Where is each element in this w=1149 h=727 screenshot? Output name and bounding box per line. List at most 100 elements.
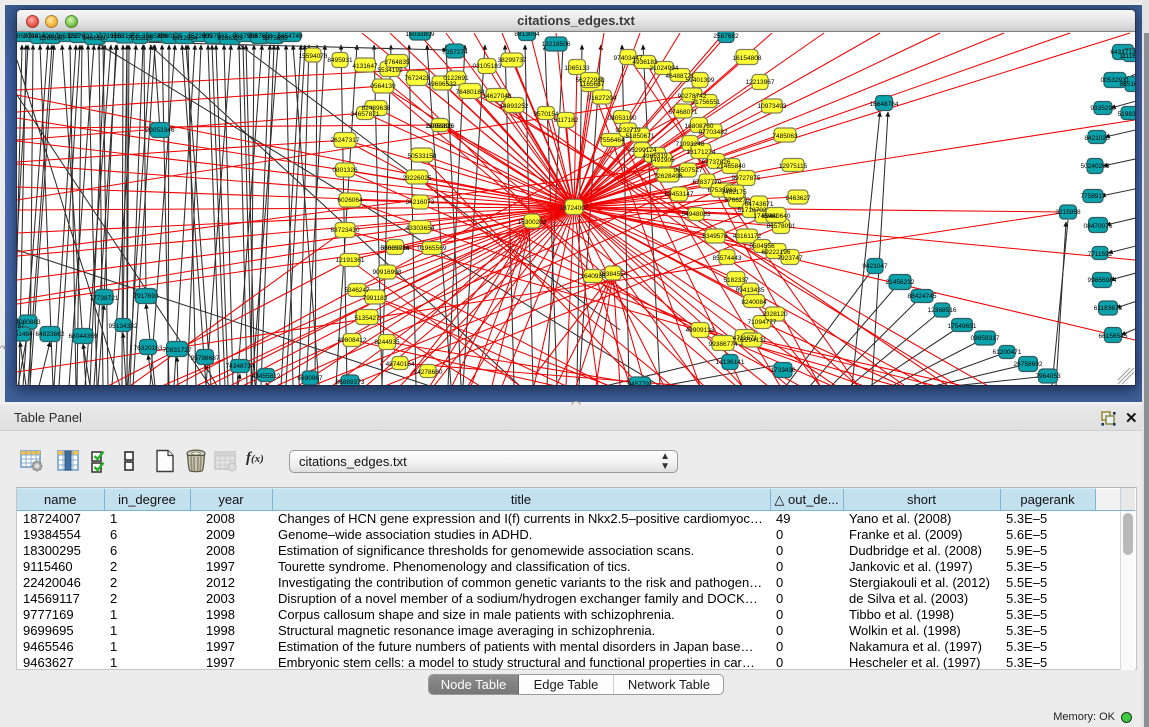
svg-text:6026064: 6026064	[337, 197, 363, 204]
svg-text:7711592: 7711592	[1088, 251, 1113, 258]
svg-text:7357274: 7357274	[442, 49, 468, 56]
svg-text:50240268: 50240268	[1081, 163, 1110, 170]
svg-text:18724007: 18724007	[560, 205, 589, 212]
svg-text:76320163: 76320163	[134, 345, 163, 352]
svg-text:23166587: 23166587	[17, 323, 25, 330]
svg-text:38299737: 38299737	[498, 57, 527, 64]
svg-text:21456232: 21456232	[886, 279, 915, 286]
svg-text:01965569: 01965569	[418, 245, 447, 252]
svg-text:8240084: 8240084	[741, 299, 767, 306]
svg-text:49909133: 49909133	[686, 327, 715, 334]
svg-text:58685014: 58685014	[381, 245, 410, 252]
svg-text:0564139: 0564139	[370, 83, 396, 90]
svg-text:78480184: 78480184	[456, 89, 485, 96]
svg-text:89413435: 89413435	[736, 287, 765, 294]
svg-text:64823662: 64823662	[36, 331, 65, 338]
svg-text:9463627: 9463627	[785, 195, 811, 202]
svg-text:16154808: 16154808	[733, 55, 762, 62]
svg-text:70831727: 70831727	[163, 347, 192, 354]
svg-text:7991183: 7991183	[363, 295, 388, 302]
svg-text:59401399: 59401399	[686, 77, 715, 84]
svg-text:28059826: 28059826	[426, 123, 455, 130]
svg-text:99856984: 99856984	[1088, 277, 1117, 284]
svg-text:12975115: 12975115	[779, 163, 808, 170]
svg-text:67837770: 67837770	[693, 179, 722, 186]
svg-text:34657871: 34657871	[351, 111, 380, 118]
svg-text:74348734: 74348734	[226, 363, 255, 370]
svg-text:88424745: 88424745	[908, 293, 937, 300]
svg-text:6690967: 6690967	[297, 375, 323, 382]
svg-text:12191361: 12191361	[336, 257, 365, 264]
svg-text:0801326: 0801326	[332, 167, 358, 174]
svg-text:5182337: 5182337	[723, 277, 749, 284]
svg-text:5135427: 5135427	[354, 315, 380, 322]
svg-text:95134332: 95134332	[109, 323, 138, 330]
svg-text:13218506: 13218506	[542, 41, 571, 48]
svg-text:14136141: 14136141	[716, 359, 745, 366]
svg-text:26247317: 26247317	[331, 137, 360, 144]
svg-text:7485063: 7485063	[772, 133, 798, 140]
svg-text:49696532: 49696532	[428, 81, 457, 88]
svg-text:7672423: 7672423	[404, 75, 430, 82]
svg-text:15300203: 15300203	[518, 219, 547, 226]
svg-text:0122691: 0122691	[443, 75, 469, 82]
svg-text:43455812: 43455812	[252, 373, 281, 380]
svg-text:16033809: 16033809	[406, 32, 435, 38]
svg-text:61200471: 61200471	[993, 349, 1022, 356]
svg-text:69453147: 69453147	[665, 191, 694, 198]
svg-text:71756551: 71756551	[692, 99, 721, 106]
svg-text:7556464: 7556464	[599, 137, 625, 144]
svg-text:8421020: 8421020	[1084, 135, 1110, 142]
svg-text:10973493: 10973493	[758, 103, 787, 110]
svg-text:02294131: 02294131	[738, 337, 767, 344]
svg-text:7917693: 7917693	[133, 293, 159, 300]
svg-text:09859317: 09859317	[971, 335, 1000, 342]
svg-text:56272980: 56272980	[576, 77, 605, 84]
svg-text:54948083: 54948083	[682, 211, 711, 218]
svg-text:43161172: 43161172	[733, 233, 762, 240]
svg-text:9457791: 9457791	[627, 381, 653, 385]
svg-text:43303654: 43303654	[406, 225, 435, 232]
svg-text:77738721: 77738721	[90, 295, 119, 302]
svg-text:26758692: 26758692	[1014, 361, 1043, 368]
svg-text:50533158: 50533158	[408, 153, 437, 160]
svg-text:68044369: 68044369	[69, 333, 98, 340]
svg-text:1065133: 1065133	[564, 65, 590, 72]
svg-text:17549651: 17549651	[948, 323, 977, 330]
svg-text:90916998: 90916998	[373, 269, 402, 276]
svg-text:72628498: 72628498	[654, 173, 683, 180]
svg-text:1733436: 1733436	[770, 367, 796, 374]
svg-text:34216073: 34216073	[406, 199, 435, 206]
svg-text:15594078: 15594078	[299, 53, 328, 60]
svg-text:20053346: 20053346	[146, 127, 175, 134]
svg-text:67468071: 67468071	[669, 109, 698, 116]
svg-text:12368516: 12368516	[928, 307, 957, 314]
svg-text:71093248: 71093248	[676, 141, 705, 148]
svg-text:4131647: 4131647	[352, 63, 378, 70]
svg-text:11116152: 11116152	[1119, 53, 1135, 60]
svg-text:1640935: 1640935	[580, 273, 606, 280]
svg-text:8244935: 8244935	[374, 339, 400, 346]
svg-text:71094777: 71094777	[748, 319, 777, 326]
svg-text:88516560: 88516560	[1120, 81, 1135, 88]
svg-text:66889373: 66889373	[336, 379, 365, 385]
svg-text:99727875: 99727875	[732, 175, 761, 182]
svg-text:5346247: 5346247	[344, 287, 370, 294]
svg-text:97703482: 97703482	[699, 129, 728, 136]
svg-text:14627048: 14627048	[483, 93, 512, 100]
svg-text:49808412: 49808412	[338, 337, 367, 344]
svg-text:01627204: 01627204	[588, 95, 617, 102]
svg-text:21024994: 21024994	[650, 65, 679, 72]
svg-text:08470076: 08470076	[1084, 223, 1113, 230]
svg-text:59440640: 59440640	[762, 213, 791, 220]
svg-text:5534192: 5534192	[377, 67, 403, 74]
svg-text:96507527: 96507527	[674, 167, 703, 174]
svg-text:08053100: 08053100	[608, 115, 637, 122]
svg-text:95798687: 95798687	[191, 355, 220, 362]
svg-text:9421047: 9421047	[862, 263, 888, 270]
svg-text:64743671: 64743671	[745, 201, 774, 208]
svg-text:99386774: 99386774	[709, 341, 738, 348]
svg-text:12213967: 12213967	[746, 79, 775, 86]
svg-text:16648784: 16648784	[870, 101, 899, 108]
svg-text:13171274: 13171274	[687, 149, 716, 156]
